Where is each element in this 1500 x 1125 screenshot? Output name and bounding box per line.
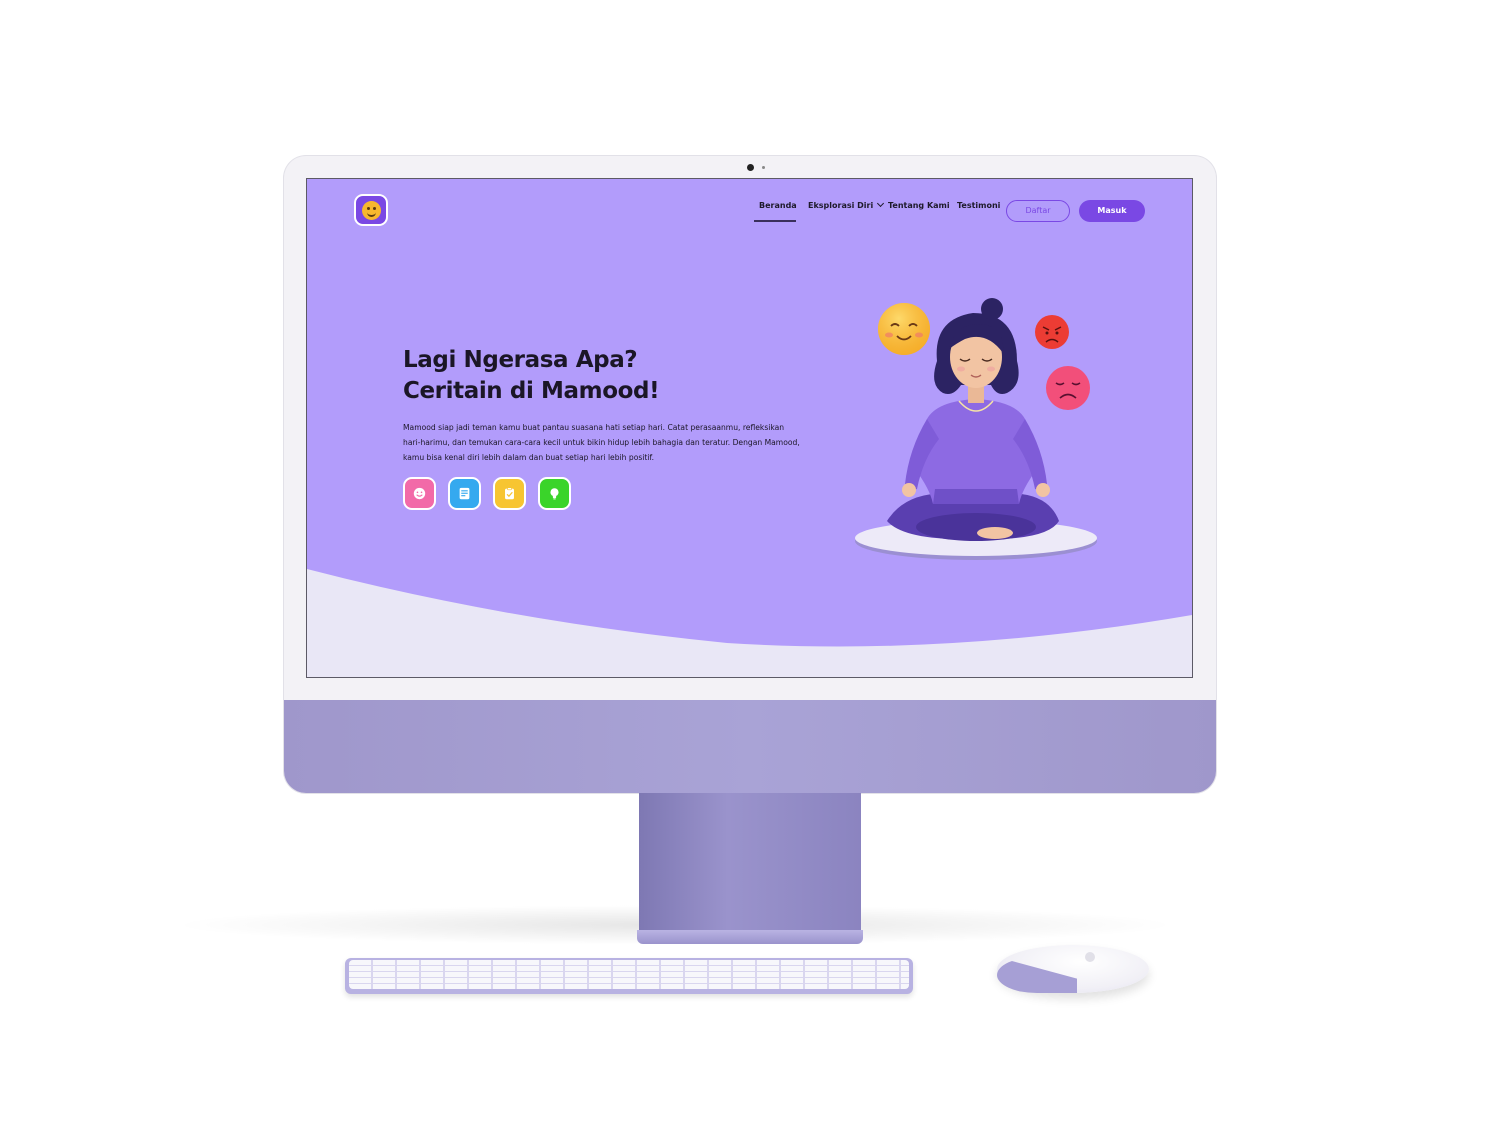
feature-mood-button[interactable] xyxy=(403,477,436,510)
feature-tips-button[interactable] xyxy=(538,477,571,510)
camera-icon xyxy=(747,164,754,171)
hero-wave-divider xyxy=(307,569,1192,677)
camera-sensor xyxy=(762,166,765,169)
journal-icon xyxy=(459,487,470,500)
chevron-down-icon xyxy=(877,199,885,208)
hero-title: Lagi Ngerasa Apa? Ceritain di Mamood! xyxy=(403,345,763,407)
angry-emoji-icon xyxy=(1035,315,1069,349)
hero-title-line1: Lagi Ngerasa Apa? xyxy=(403,347,638,373)
mamood-logo[interactable] xyxy=(354,194,388,226)
website-screen: Beranda Eksplorasi Diri Tentang Kami Tes… xyxy=(306,178,1193,678)
smiley-icon xyxy=(413,487,426,500)
hero-title-line2: Ceritain di Mamood! xyxy=(403,378,660,404)
keyboard-keys xyxy=(349,960,909,989)
lightbulb-icon xyxy=(550,488,559,500)
meditating-girl-illustration xyxy=(855,298,1097,560)
daftar-button[interactable]: Daftar xyxy=(1006,200,1070,222)
nav-item-eksplorasi-diri[interactable]: Eksplorasi Diri xyxy=(808,199,885,210)
imac-mockup: Beranda Eksplorasi Diri Tentang Kami Tes… xyxy=(0,0,1500,1125)
hero-description: Mamood siap jadi teman kamu buat pantau … xyxy=(403,423,800,462)
monitor-stand-foot xyxy=(637,930,863,944)
nav-item-testimoni[interactable]: Testimoni xyxy=(957,201,1000,210)
apple-logo-icon xyxy=(1085,952,1095,962)
monitor-chin xyxy=(284,700,1216,793)
smiley-logo-icon xyxy=(362,201,381,220)
nav-item-eksplorasi-label: Eksplorasi Diri xyxy=(808,201,874,210)
nav-item-tentang-kami[interactable]: Tentang Kami xyxy=(888,201,950,210)
masuk-button[interactable]: Masuk xyxy=(1079,200,1145,222)
clipboard-check-icon xyxy=(505,487,514,500)
nav-item-beranda[interactable]: Beranda xyxy=(759,201,797,210)
keyboard xyxy=(345,958,913,994)
sad-emoji-icon xyxy=(1046,366,1090,410)
nav-active-indicator xyxy=(754,220,796,222)
feature-checklist-button[interactable] xyxy=(493,477,526,510)
happy-emoji-icon xyxy=(878,303,930,355)
monitor-stand xyxy=(639,793,861,935)
feature-journal-button[interactable] xyxy=(448,477,481,510)
